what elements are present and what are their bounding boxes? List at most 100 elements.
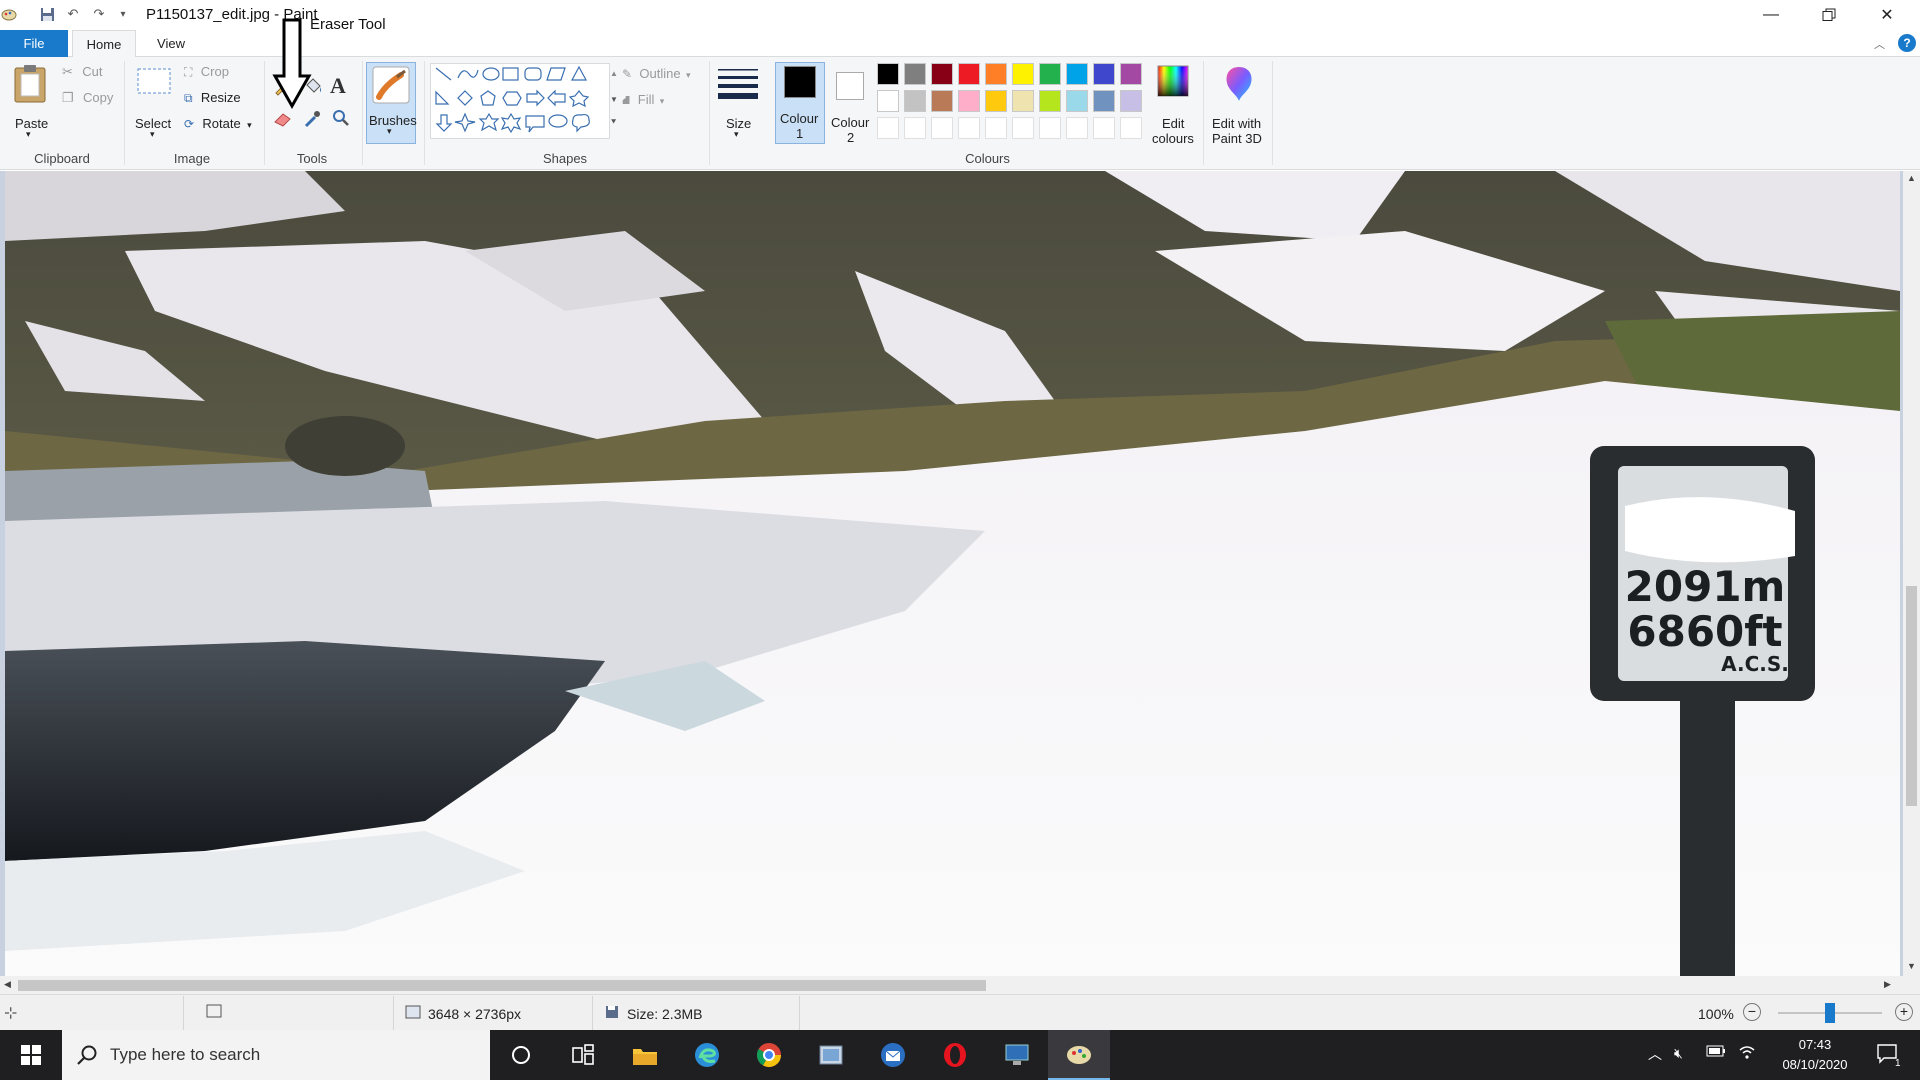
cortana-button[interactable]: [490, 1030, 552, 1080]
tab-home[interactable]: Home: [72, 30, 136, 58]
paste-dropdown-icon[interactable]: ▾: [26, 129, 31, 140]
edit-colours-button[interactable]: Edit colours: [1150, 63, 1196, 146]
colour-swatch[interactable]: [958, 63, 980, 85]
zoom-in-button[interactable]: +: [1895, 1003, 1913, 1021]
custom-colour-swatch[interactable]: [985, 117, 1007, 139]
help-icon[interactable]: ?: [1898, 34, 1916, 52]
custom-colour-swatch[interactable]: [904, 117, 926, 139]
colour-picker-tool[interactable]: [301, 107, 323, 129]
show-hidden-icons-icon[interactable]: ︿: [1648, 1044, 1662, 1064]
copy-button[interactable]: ❐ Copy: [62, 90, 113, 106]
shapes-gallery[interactable]: [430, 63, 610, 139]
custom-colour-swatch[interactable]: [877, 117, 899, 139]
undo-icon[interactable]: ↶: [64, 5, 82, 23]
custom-colour-swatch[interactable]: [1093, 117, 1115, 139]
colour-swatch[interactable]: [1012, 90, 1034, 112]
colour-swatch[interactable]: [877, 90, 899, 112]
resize-button[interactable]: ⧉ Resize: [184, 90, 241, 106]
colour-swatch[interactable]: [1066, 63, 1088, 85]
colour-swatch[interactable]: [931, 63, 953, 85]
start-button[interactable]: [0, 1030, 62, 1080]
shapes-scroll-down-icon[interactable]: ▼: [610, 95, 618, 104]
magnifier-tool[interactable]: [330, 107, 352, 129]
remote-desktop-button[interactable]: [986, 1030, 1048, 1080]
task-view-button[interactable]: [552, 1030, 614, 1080]
paint-taskbar-button[interactable]: [1048, 1030, 1110, 1080]
save-icon[interactable]: [38, 5, 56, 23]
select-dropdown-icon[interactable]: ▾: [150, 129, 155, 140]
taskbar-search-box[interactable]: Type here to search: [62, 1030, 490, 1080]
paste-button[interactable]: Paste ▾: [8, 63, 54, 143]
colour-swatch[interactable]: [904, 90, 926, 112]
volume-muted-icon[interactable]: 🔇︎: [1674, 1045, 1683, 1062]
thunderbird-button[interactable]: [862, 1030, 924, 1080]
colour-swatch[interactable]: [985, 90, 1007, 112]
battery-icon[interactable]: [1706, 1045, 1726, 1060]
colour2-button[interactable]: Colour 2: [826, 62, 876, 145]
custom-colour-swatch[interactable]: [931, 117, 953, 139]
select-button[interactable]: Select ▾: [132, 63, 176, 143]
size-dropdown-icon[interactable]: ▾: [734, 129, 739, 140]
colour-swatch[interactable]: [904, 63, 926, 85]
clock-time[interactable]: 07:43: [1775, 1037, 1855, 1052]
colour-swatch[interactable]: [877, 63, 899, 85]
custom-colour-swatch[interactable]: [1012, 117, 1034, 139]
colour-swatch[interactable]: [1012, 63, 1034, 85]
customize-qat-icon[interactable]: ▾: [114, 5, 132, 23]
colour1-button[interactable]: Colour 1: [775, 62, 825, 144]
size-button[interactable]: Size ▾: [714, 63, 762, 143]
scroll-right-icon[interactable]: ▶: [1884, 979, 1891, 990]
paint-app-icon[interactable]: [0, 5, 18, 23]
wifi-icon[interactable]: [1738, 1044, 1756, 1063]
file-explorer-button[interactable]: [614, 1030, 676, 1080]
rotate-button[interactable]: ⟳ Rotate ▾: [184, 116, 252, 131]
scroll-down-icon[interactable]: ▼: [1907, 961, 1916, 971]
shapes-more-icon[interactable]: ⯆: [610, 117, 617, 128]
brushes-button[interactable]: Brushes ▾: [366, 62, 417, 144]
eraser-tool[interactable]: [272, 107, 294, 129]
custom-colour-swatch[interactable]: [958, 117, 980, 139]
colour-swatch[interactable]: [1093, 90, 1115, 112]
opera-button[interactable]: [924, 1030, 986, 1080]
colour-swatch[interactable]: [1039, 63, 1061, 85]
close-button[interactable]: ✕: [1858, 0, 1916, 30]
photo-canvas[interactable]: 2091m 6860ft A.C.S.: [5, 171, 1900, 976]
colour-swatch[interactable]: [1120, 63, 1142, 85]
crop-button[interactable]: ⛶ Crop: [184, 64, 229, 80]
custom-colour-swatch[interactable]: [1066, 117, 1088, 139]
custom-colour-swatch[interactable]: [1039, 117, 1061, 139]
photos-app-button[interactable]: [800, 1030, 862, 1080]
brushes-dropdown-icon[interactable]: ▾: [387, 126, 392, 137]
colour-swatch[interactable]: [931, 90, 953, 112]
minimize-button[interactable]: —: [1742, 0, 1800, 30]
horizontal-scroll-thumb[interactable]: [18, 980, 986, 991]
horizontal-scrollbar[interactable]: ◀ ▶: [0, 976, 1903, 994]
canvas-area[interactable]: 2091m 6860ft A.C.S.: [0, 171, 1903, 976]
redo-icon[interactable]: ↷: [90, 5, 108, 23]
scroll-up-icon[interactable]: ▲: [1907, 173, 1916, 183]
fill-button[interactable]: ⛘ Fill ▾: [622, 92, 664, 109]
colour-swatch[interactable]: [1066, 90, 1088, 112]
colour-swatch[interactable]: [958, 90, 980, 112]
outline-button[interactable]: ✎ Outline ▾: [622, 66, 690, 81]
colour-swatch[interactable]: [1039, 90, 1061, 112]
vertical-scrollbar[interactable]: ▲ ▼: [1903, 171, 1920, 976]
restore-button[interactable]: [1800, 0, 1858, 30]
colour-swatch[interactable]: [985, 63, 1007, 85]
cut-button[interactable]: ✂ Cut: [62, 64, 102, 80]
tab-view[interactable]: View: [140, 30, 202, 57]
vertical-scroll-thumb[interactable]: [1906, 586, 1917, 806]
scroll-left-icon[interactable]: ◀: [4, 979, 11, 990]
minimize-ribbon-icon[interactable]: ︿: [1874, 36, 1885, 52]
rotate-dropdown-icon[interactable]: ▾: [247, 120, 252, 130]
zoom-slider-thumb[interactable]: [1825, 1003, 1835, 1023]
shapes-scroll-up-icon[interactable]: ▲: [610, 69, 618, 78]
colour-swatch[interactable]: [1120, 90, 1142, 112]
colour-swatch[interactable]: [1093, 63, 1115, 85]
chrome-button[interactable]: [738, 1030, 800, 1080]
zoom-out-button[interactable]: −: [1743, 1003, 1761, 1021]
text-tool[interactable]: A: [330, 73, 346, 99]
edge-button[interactable]: [676, 1030, 738, 1080]
tab-file[interactable]: File: [0, 30, 68, 57]
edit-with-paint3d-button[interactable]: Edit with Paint 3D: [1208, 63, 1270, 146]
